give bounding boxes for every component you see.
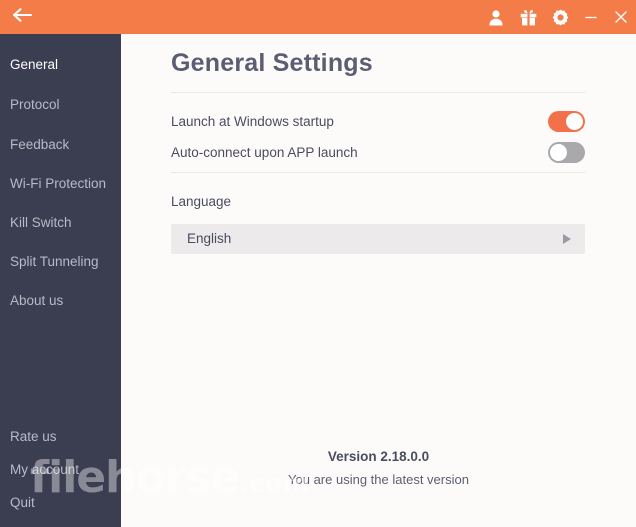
- sidebar-item-split-tunneling[interactable]: Split Tunneling: [0, 254, 121, 270]
- account-button[interactable]: [480, 0, 512, 34]
- close-button[interactable]: [606, 0, 636, 34]
- sidebar-item-label: My account: [10, 462, 80, 477]
- sidebar-item-label: General: [10, 57, 59, 72]
- account-icon: [488, 9, 504, 26]
- sidebar-item-label: Protocol: [10, 97, 60, 112]
- title-divider: [171, 92, 585, 93]
- version-note-text: You are using the latest version: [288, 472, 469, 487]
- minimize-icon: [584, 11, 598, 23]
- auto-connect-toggle[interactable]: [548, 142, 585, 163]
- back-arrow-icon: [12, 7, 34, 28]
- sidebar-item-label: Kill Switch: [10, 215, 72, 230]
- setting-row-launch-at-startup: Launch at Windows startup: [171, 109, 585, 139]
- sidebar-item-wifi-protection[interactable]: Wi-Fi Protection: [0, 176, 121, 192]
- toggle-knob: [566, 113, 583, 130]
- title-bar: [0, 0, 636, 34]
- gear-icon: [552, 9, 569, 26]
- page-title: General Settings: [171, 49, 373, 77]
- setting-label: Auto-connect upon APP launch: [171, 145, 358, 160]
- sidebar-item-kill-switch[interactable]: Kill Switch: [0, 215, 121, 231]
- footer: Version 2.18.0.0 You are using the lates…: [121, 449, 636, 487]
- sidebar-item-label: Rate us: [10, 429, 57, 444]
- setting-label: Launch at Windows startup: [171, 114, 334, 129]
- sidebar-item-general[interactable]: General: [0, 57, 121, 73]
- back-button[interactable]: [0, 0, 46, 34]
- settings-button[interactable]: [544, 0, 576, 34]
- chevron-right-icon: [563, 234, 571, 244]
- app-window: General Protocol Feedback Wi-Fi Protecti…: [0, 0, 636, 527]
- sidebar-item-label: Quit: [10, 495, 35, 510]
- sidebar-item-rate-us[interactable]: Rate us: [0, 429, 121, 445]
- sidebar-item-label: Feedback: [10, 137, 70, 152]
- sidebar-item-label: About us: [10, 293, 64, 308]
- gift-button[interactable]: [512, 0, 544, 34]
- language-label: Language: [171, 194, 232, 209]
- language-select-value: English: [187, 231, 232, 246]
- sidebar-item-protocol[interactable]: Protocol: [0, 97, 121, 113]
- sidebar-item-about-us[interactable]: About us: [0, 293, 121, 309]
- language-select[interactable]: English: [171, 224, 585, 254]
- launch-at-startup-toggle[interactable]: [548, 111, 585, 132]
- sidebar: General Protocol Feedback Wi-Fi Protecti…: [0, 34, 121, 527]
- sidebar-item-feedback[interactable]: Feedback: [0, 137, 121, 153]
- toggles-divider: [171, 172, 585, 173]
- setting-row-auto-connect: Auto-connect upon APP launch: [171, 140, 585, 170]
- sidebar-item-my-account[interactable]: My account: [0, 462, 121, 478]
- sidebar-item-label: Split Tunneling: [10, 254, 99, 269]
- close-icon: [614, 10, 628, 24]
- main-content: General Settings Launch at Windows start…: [121, 34, 636, 527]
- sidebar-item-label: Wi-Fi Protection: [10, 176, 107, 191]
- version-text: Version 2.18.0.0: [327, 449, 430, 464]
- toggle-knob: [550, 144, 567, 161]
- sidebar-item-quit[interactable]: Quit: [0, 495, 121, 511]
- gift-icon: [520, 9, 537, 26]
- minimize-button[interactable]: [576, 0, 606, 34]
